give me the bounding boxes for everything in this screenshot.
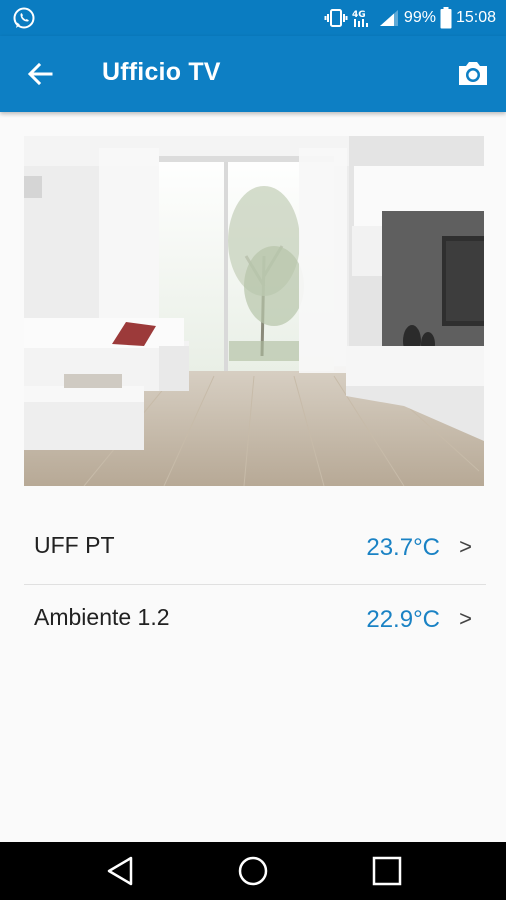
camera-icon[interactable] <box>456 56 490 90</box>
clock: 15:08 <box>455 9 496 26</box>
sensor-name: UFF PT <box>34 532 115 558</box>
signal-icon <box>379 10 398 26</box>
room-illustration <box>24 136 484 486</box>
page-title: Ufficio TV <box>102 58 221 86</box>
home-circle-icon[interactable] <box>236 854 270 888</box>
battery-icon <box>440 7 452 29</box>
room-photo <box>24 136 484 486</box>
divider <box>24 584 486 585</box>
sensor-temperature: 23.7°C <box>366 534 440 561</box>
hd-signal-icon: 4G <box>352 10 368 27</box>
app-bar: Ufficio TV <box>0 36 506 112</box>
sensor-temperature: 22.9°C <box>366 606 440 633</box>
vibrate-icon <box>324 9 348 27</box>
status-bar: 4G 99% 15:08 <box>0 0 506 36</box>
chevron-right-icon: > <box>459 534 472 559</box>
recents-square-icon[interactable] <box>370 854 404 888</box>
status-right: 4G 99% 15:08 <box>324 0 496 36</box>
svg-text:4G: 4G <box>352 10 366 20</box>
arrow-left-icon[interactable] <box>24 58 56 90</box>
nav-bar <box>0 842 506 900</box>
whatsapp-icon <box>13 7 35 29</box>
sensor-name: Ambiente 1.2 <box>34 604 170 630</box>
sensor-row-uff-pt[interactable]: UFF PT 23.7°C > <box>24 514 486 584</box>
sensor-row-ambiente-1-2[interactable]: Ambiente 1.2 22.9°C > <box>24 586 486 656</box>
chevron-right-icon: > <box>459 606 472 631</box>
back-triangle-icon[interactable] <box>103 854 137 888</box>
battery-percent: 99% <box>403 9 436 26</box>
